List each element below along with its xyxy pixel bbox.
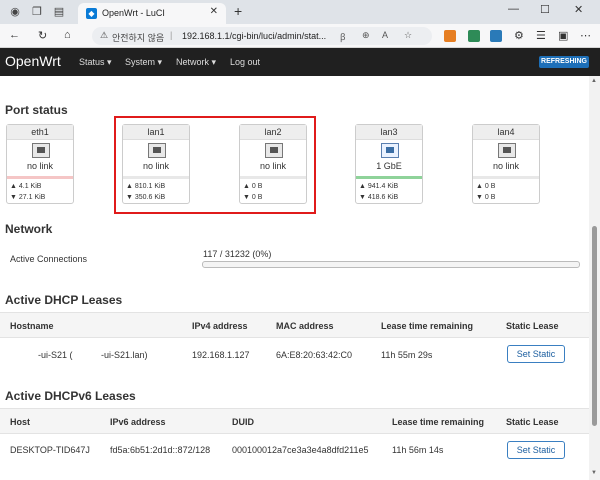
col-hostname: Hostname: [10, 321, 54, 331]
port-tx: ▼ 27.1 KiB: [10, 194, 46, 201]
col-ipv6: IPv6 address: [110, 417, 166, 427]
scroll-down-icon[interactable]: ▼: [591, 470, 597, 476]
refreshing-badge[interactable]: REFRESHING: [539, 56, 589, 68]
col-lease-time: Lease time remaining: [392, 417, 485, 427]
highlight-box: [114, 116, 316, 214]
openwrt-header: OpenWrt Status ▾ System ▾ Network ▾ Log …: [0, 48, 600, 76]
port-link-bar: [7, 176, 73, 179]
collections-icon[interactable]: ▣: [558, 29, 568, 42]
port-rx: ▲ 0 B: [476, 183, 496, 190]
extension-icon[interactable]: [468, 30, 480, 42]
favorites-icon[interactable]: ☰: [536, 29, 546, 42]
port-tx: ▼ 0 B: [476, 194, 496, 201]
lease-time-cell: 11h 55m 29s: [381, 350, 433, 360]
more-icon[interactable]: ⋯: [580, 29, 591, 42]
new-tab-icon[interactable]: +: [234, 3, 242, 19]
back-icon[interactable]: ←: [9, 29, 20, 41]
port-link-status: 1 GbE: [376, 161, 402, 171]
brand-logo[interactable]: OpenWrt: [5, 53, 61, 69]
collections-icon[interactable]: ❐: [30, 5, 44, 19]
port-name: eth1: [7, 125, 73, 140]
favorite-icon[interactable]: ☆: [404, 30, 412, 41]
minimize-icon[interactable]: —: [508, 3, 519, 15]
warning-icon[interactable]: ⚠: [100, 30, 108, 41]
port-status-title: Port status: [5, 103, 68, 117]
port-link-bar: [473, 176, 539, 179]
hostname-cell: -ui-S21 (: [38, 350, 73, 360]
url-text[interactable]: 192.168.1.1/cgi-bin/luci/admin/stat...: [182, 31, 326, 41]
profile-icon[interactable]: ◉: [8, 5, 22, 19]
dhcp-leases-title: Active DHCP Leases: [5, 293, 123, 307]
col-mac: MAC address: [276, 321, 334, 331]
zoom-icon[interactable]: ⊕: [362, 30, 370, 41]
url-separator: |: [170, 30, 173, 40]
port-card-lan4: lan4 no link ▲ 0 B ▼ 0 B: [472, 124, 540, 204]
lease-time-cell: 11h 56m 14s: [392, 445, 444, 455]
security-status[interactable]: 안전하지 않음: [112, 31, 164, 44]
port-card-eth1: eth1 no link ▲ 4.1 KiB ▼ 27.1 KiB: [6, 124, 74, 204]
port-link-bar: [356, 176, 422, 179]
browser-address-bar: ← ↻ ⌂ ⚠ 안전하지 않음 | 192.168.1.1/cgi-bin/lu…: [0, 24, 600, 48]
port-name: lan3: [356, 125, 422, 140]
close-tab-icon[interactable]: ✕: [210, 6, 218, 17]
menu-network[interactable]: Network ▾: [176, 57, 216, 68]
ethernet-port-icon: [498, 143, 516, 158]
menu-status[interactable]: Status ▾: [79, 57, 112, 68]
port-rx: ▲ 4.1 KiB: [10, 183, 42, 190]
dhcp-table-header: Hostname IPv4 address MAC address Lease …: [0, 312, 589, 338]
maximize-icon[interactable]: ☐: [540, 3, 550, 16]
port-rx: ▲ 941.4 KiB: [359, 183, 399, 190]
extension-icon[interactable]: [490, 30, 502, 42]
col-static-lease: Static Lease: [506, 321, 559, 331]
openwrt-favicon: ◆: [86, 8, 97, 19]
url-field[interactable]: ⚠ 안전하지 않음 | 192.168.1.1/cgi-bin/luci/adm…: [92, 27, 432, 45]
tab-actions-icon[interactable]: ▤: [52, 5, 66, 19]
menu-logout[interactable]: Log out: [230, 57, 260, 67]
scroll-up-icon[interactable]: ▲: [591, 78, 597, 84]
dhcpv6-leases-title: Active DHCPv6 Leases: [5, 389, 136, 403]
read-aloud-icon[interactable]: ꞵ: [340, 30, 346, 43]
port-card-lan3: lan3 1 GbE ▲ 941.4 KiB ▼ 418.6 KiB: [355, 124, 423, 204]
port-name: lan4: [473, 125, 539, 140]
text-size-icon[interactable]: A: [382, 30, 388, 40]
page-scrollbar[interactable]: ▲ ▼: [589, 76, 600, 480]
ethernet-port-connected-icon: [381, 143, 399, 158]
extensions-icon[interactable]: ⚙: [514, 29, 524, 42]
hostname-lan-cell: -ui-S21.lan): [101, 350, 148, 360]
col-lease-time: Lease time remaining: [381, 321, 474, 331]
port-link-status: no link: [26, 161, 53, 171]
tab-title: OpenWrt - LuCI: [102, 8, 165, 18]
active-connections-value: 117 / 31232 (0%): [203, 249, 272, 259]
browser-tab-active[interactable]: ◆ OpenWrt - LuCI ✕: [78, 3, 226, 24]
port-link-status: no link: [492, 161, 519, 171]
col-ipv4: IPv4 address: [192, 321, 248, 331]
active-connections-progress: [202, 261, 580, 268]
close-window-icon[interactable]: ✕: [574, 3, 583, 16]
host-cell: DESKTOP-TID647J: [10, 445, 90, 455]
dhcpv6-table-header: Host IPv6 address DUID Lease time remain…: [0, 408, 589, 434]
refresh-icon[interactable]: ↻: [38, 29, 47, 42]
port-tx: ▼ 418.6 KiB: [359, 194, 399, 201]
active-connections-label: Active Connections: [10, 254, 88, 264]
set-static-button[interactable]: Set Static: [507, 345, 565, 363]
mac-cell: 6A:E8:20:63:42:C0: [276, 350, 353, 360]
col-host: Host: [10, 417, 30, 427]
home-icon[interactable]: ⌂: [64, 29, 71, 41]
duid-cell: 000100012a7ce3a3e4a8dfd211e5: [232, 445, 369, 455]
col-duid: DUID: [232, 417, 254, 427]
scrollbar-thumb[interactable]: [592, 226, 597, 426]
col-static-lease: Static Lease: [506, 417, 559, 427]
menu-system[interactable]: System ▾: [125, 57, 162, 68]
extension-icon[interactable]: [444, 30, 456, 42]
set-static-button[interactable]: Set Static: [507, 441, 565, 459]
network-title: Network: [5, 222, 53, 236]
ipv6-cell: fd5a:6b51:2d1d::872/128: [110, 445, 211, 455]
ipv4-cell: 192.168.1.127: [192, 350, 250, 360]
browser-tab-bar: ◉ ❐ ▤ ◆ OpenWrt - LuCI ✕ + — ☐ ✕: [0, 0, 600, 24]
ethernet-port-icon: [32, 143, 50, 158]
